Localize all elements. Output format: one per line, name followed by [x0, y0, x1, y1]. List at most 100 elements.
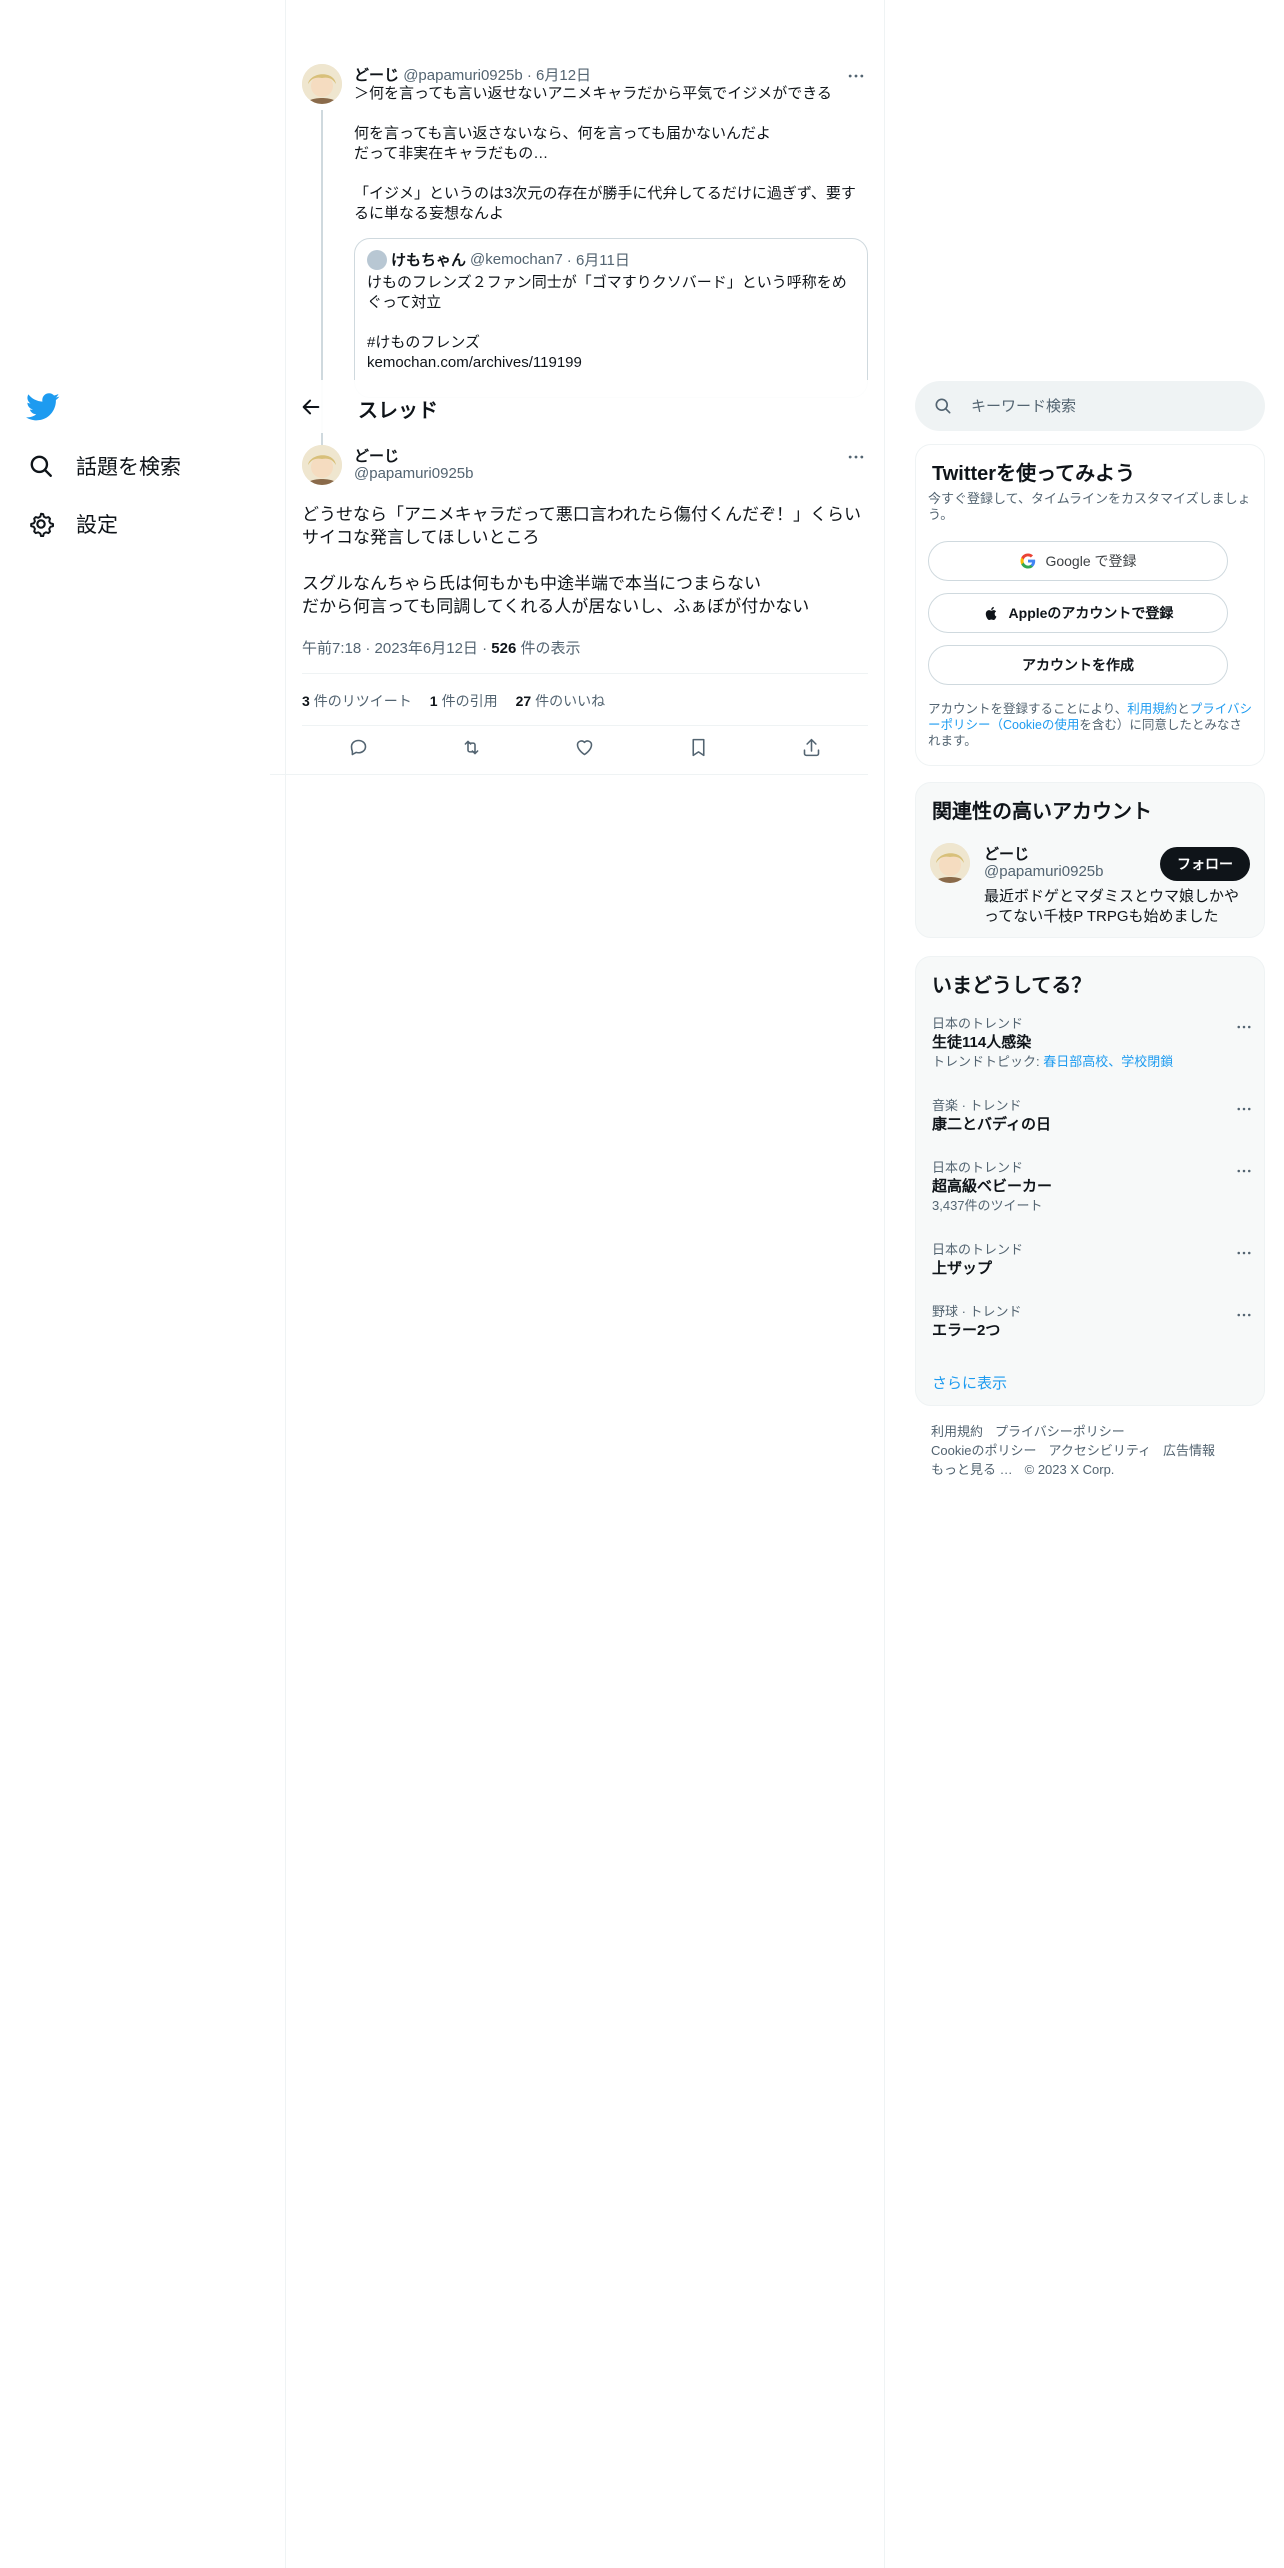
search-icon: [26, 451, 56, 481]
trend-name: 生徒114人感染: [932, 1034, 1032, 1051]
share-icon[interactable]: [794, 730, 828, 764]
apple-icon: [983, 604, 1001, 622]
trend-tweet-count: 3,437件のツイート: [932, 1198, 1043, 1213]
left-nav: 話題を検索 設定: [0, 0, 285, 2568]
quoted-tweet-text: けものフレンズ２ファン同士が「ゴマすりクソバード」という呼称をめぐって対立 #け…: [367, 274, 847, 371]
retweet-label: 件のリツイート: [313, 693, 412, 709]
trend-topics-label: トレンドトピック:: [932, 1054, 1044, 1069]
nav-item-settings[interactable]: 設定: [26, 504, 118, 544]
quote-count: 1: [429, 693, 438, 709]
footer-link-ads[interactable]: 広告情報: [1163, 1443, 1215, 1458]
nav-item-explore[interactable]: 話題を検索: [26, 446, 181, 486]
tweet-text: ＞何を言っても言い返せないアニメキャラだから平気でイジメができる 何を言っても言…: [354, 84, 868, 244]
views-count: 526: [491, 640, 517, 657]
reply-icon[interactable]: [342, 730, 376, 764]
avatar[interactable]: [302, 64, 342, 104]
footer-row: Cookieのポリシー アクセシビリティ 広告情報: [931, 1441, 1251, 1460]
tweet-text: どうせなら「アニメキャラだって悪口言われたら傷付くんだぞ！」くらいサイコな発言し…: [302, 503, 868, 641]
google-signup-button[interactable]: Google で登録: [928, 541, 1228, 581]
footer-row: 利用規約 プライバシーポリシー: [931, 1422, 1251, 1441]
trend-context: 日本のトレンド: [932, 1016, 1024, 1031]
trend-item[interactable]: 日本のトレンド 上ザップ: [932, 1241, 1251, 1279]
trend-topics: トレンドトピック: 春日部高校、学校閉鎖: [932, 1053, 1250, 1071]
tweet-paragraph: スグルなんちゃら氏は何もかも中途半端で本当につまらない だから何言っても同調して…: [302, 574, 810, 616]
trend-item[interactable]: 日本のトレンド 生徒114人感染 トレンドトピック: 春日部高校、学校閉鎖: [932, 1015, 1251, 1071]
main-column: どーじ @papamuri0925b · 6月12日 ＞何を言っても言い返せない…: [270, 0, 884, 2568]
retweet-count: 3: [302, 693, 310, 709]
footer-link-cookies[interactable]: Cookieのポリシー: [931, 1443, 1036, 1458]
footer-link-more[interactable]: もっと見る …: [931, 1462, 1013, 1477]
avatar[interactable]: [930, 843, 970, 883]
trend-item[interactable]: 日本のトレンド 超高級ベビーカー 3,437件のツイート: [932, 1159, 1251, 1215]
bookmark-icon[interactable]: [681, 730, 715, 764]
legal-prefix: アカウントを登録することにより、: [928, 702, 1128, 716]
more-options-icon[interactable]: [1232, 1159, 1256, 1183]
footer-link-accessibility[interactable]: アクセシビリティ: [1048, 1443, 1151, 1458]
avatar[interactable]: [302, 445, 342, 485]
trend-item[interactable]: 音楽 · トレンド 康二とバディの日: [932, 1097, 1251, 1135]
author-name[interactable]: どーじ: [354, 67, 399, 84]
nav-item-label: 設定: [76, 514, 118, 537]
quoted-tweet[interactable]: けもちゃん @kemochan7 · 6月11日 けものフレンズ２ファン同士が「…: [354, 238, 868, 398]
footer-copyright: © 2023 X Corp.: [1024, 1462, 1115, 1477]
like-count-link[interactable]: 27 件のいいね: [516, 691, 606, 711]
account-name[interactable]: どーじ: [984, 843, 1029, 864]
relevant-accounts-card: 関連性の高いアカウント どーじ @papamuri0925b 最近ボドゲとマダミ…: [915, 782, 1265, 938]
account-handle[interactable]: @papamuri0925b: [984, 863, 1103, 880]
nav-item-label: 話題を検索: [76, 456, 181, 479]
more-options-icon[interactable]: [844, 445, 868, 469]
retweet-count-link[interactable]: 3 件のリツイート: [302, 691, 412, 711]
tweet-paragraph: 何を言っても言い返さないなら、何を言っても届かないんだよ だって非実在キャラだも…: [354, 125, 772, 162]
apple-signup-button[interactable]: Appleのアカウントで登録: [928, 593, 1228, 633]
trend-context: 音楽 · トレンド: [932, 1098, 1022, 1113]
legal-and: と: [1177, 702, 1190, 716]
quoted-author-name: けもちゃん: [391, 252, 467, 269]
trend-item[interactable]: 野球 · トレンド エラー2つ: [932, 1303, 1251, 1341]
author-handle[interactable]: @papamuri0925b: [403, 67, 522, 84]
author-name[interactable]: どーじ: [354, 445, 399, 466]
thread-header: スレッド: [286, 380, 884, 433]
more-options-icon[interactable]: [1232, 1303, 1256, 1327]
create-account-label: アカウントを作成: [1022, 657, 1134, 673]
search-input[interactable]: [971, 397, 1251, 415]
footer-link-privacy[interactable]: プライバシーポリシー: [995, 1424, 1125, 1439]
more-options-icon[interactable]: [1232, 1241, 1256, 1265]
twitter-logo-icon[interactable]: [26, 390, 64, 428]
apple-signup-label: Appleのアカウントで登録: [1008, 605, 1174, 621]
quote-count-link[interactable]: 1 件の引用: [430, 691, 498, 711]
tweet-stats: 3 件のリツイート 1 件の引用 27 件のいいね: [302, 691, 605, 711]
trend-name: 康二とバディの日: [932, 1116, 1051, 1133]
trend-context: 日本のトレンド: [932, 1160, 1024, 1175]
page-title: スレッド: [358, 400, 438, 422]
trends-title: いまどうしてる？: [932, 975, 1092, 997]
trend-context: 野球 · トレンド: [932, 1304, 1022, 1319]
divider: [270, 774, 868, 775]
parent-tweet[interactable]: どーじ @papamuri0925b · 6月12日 ＞何を言っても言い返せない…: [286, 50, 884, 450]
trend-topics-link[interactable]: 春日部高校、学校閉鎖: [1043, 1054, 1173, 1069]
tweet-actions: [302, 727, 868, 767]
like-heart-icon[interactable]: [568, 730, 602, 764]
quote-label: 件の引用: [441, 693, 498, 709]
terms-link[interactable]: 利用規約: [1127, 702, 1177, 716]
search-icon: [933, 396, 953, 416]
search-bar[interactable]: [915, 381, 1265, 431]
follow-button[interactable]: フォロー: [1160, 847, 1250, 881]
tweet-timestamp[interactable]: 午前7:18 · 2023年6月12日 · 526 件の表示: [302, 637, 580, 658]
signup-subtitle: 今すぐ登録して、タイムラインをカスタマイズしましょう。: [928, 491, 1251, 522]
trend-name: エラー2つ: [932, 1322, 1001, 1339]
more-options-icon[interactable]: [1232, 1015, 1256, 1039]
more-options-icon[interactable]: [1232, 1097, 1256, 1121]
right-column-border: [884, 0, 885, 2568]
relevant-title: 関連性の高いアカウント: [932, 801, 1152, 823]
quoted-tweet-header: けもちゃん @kemochan7 · 6月11日: [367, 249, 630, 270]
like-count: 27: [515, 693, 532, 709]
gear-icon: [26, 509, 56, 539]
author-handle[interactable]: @papamuri0925b: [354, 465, 473, 482]
footer-link-terms[interactable]: 利用規約: [931, 1424, 983, 1439]
retweet-icon[interactable]: [455, 730, 489, 764]
back-arrow-icon[interactable]: [296, 392, 326, 422]
tweet-date[interactable]: · 6月12日: [527, 67, 591, 84]
create-account-button[interactable]: アカウントを作成: [928, 645, 1228, 685]
show-more-link[interactable]: さらに表示: [932, 1372, 1007, 1393]
trends-card: いまどうしてる？ 日本のトレンド 生徒114人感染 トレンドトピック: 春日部高…: [915, 956, 1265, 1406]
